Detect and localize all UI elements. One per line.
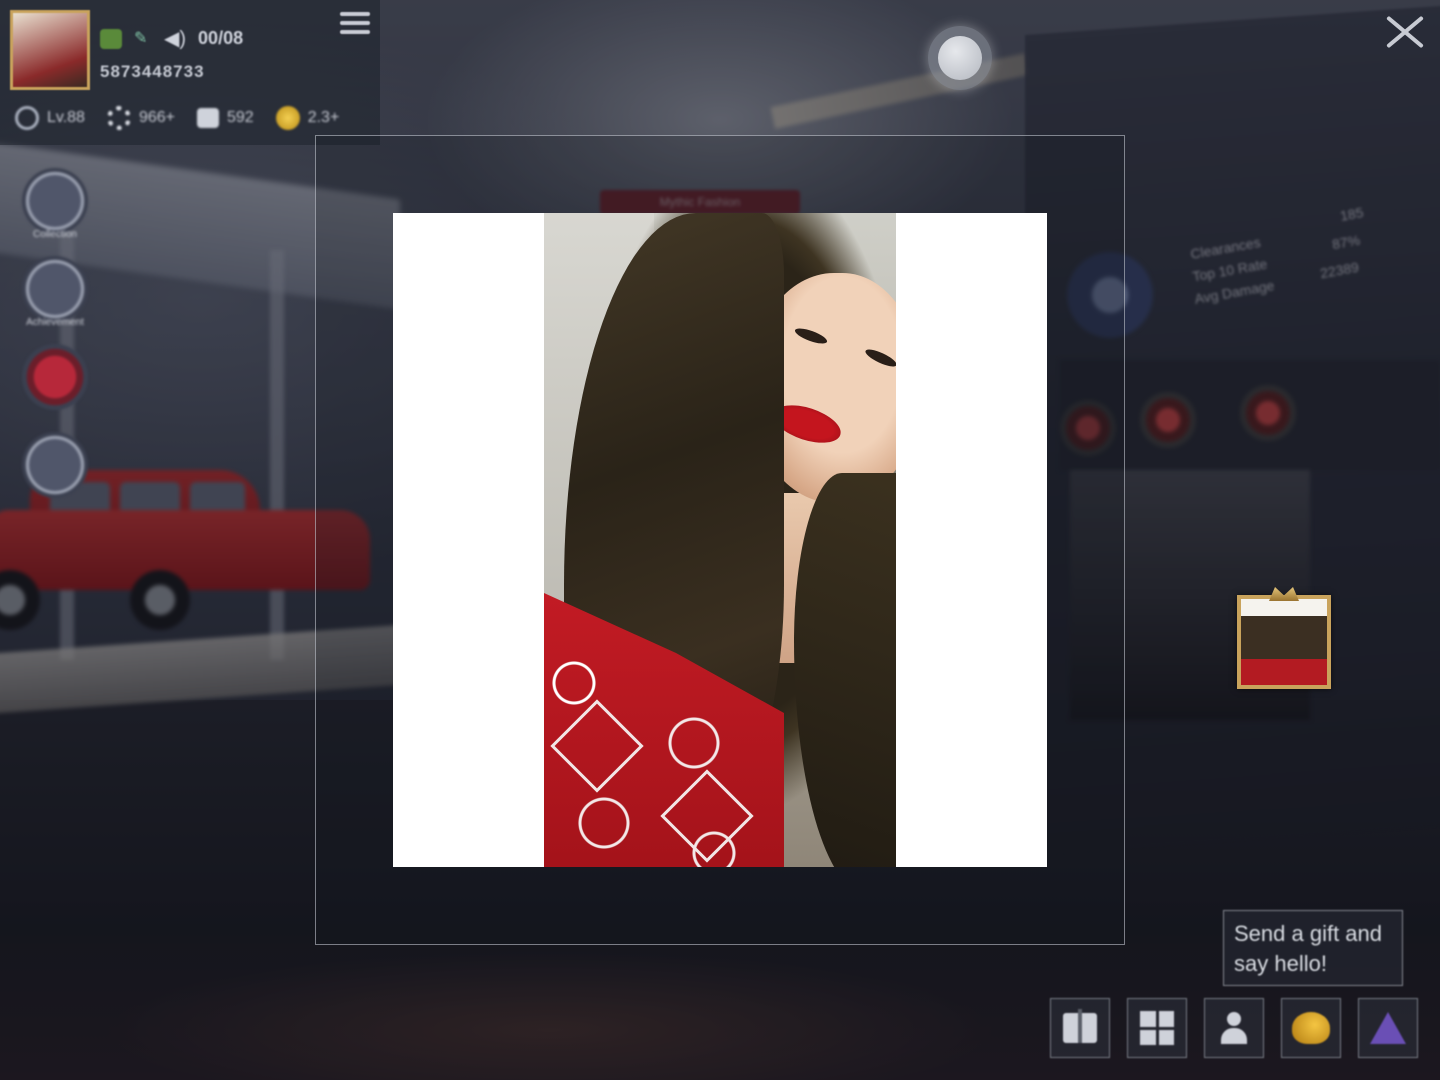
add-user-icon [1219,1012,1249,1044]
stat-likes[interactable]: 592 [197,108,254,128]
achievement-icon[interactable]: Achievement [22,256,88,328]
gear-icon [106,106,131,130]
player-count: 00/08 [198,28,244,48]
side-icon-column: Collection Achievement [22,168,88,498]
action-bar [1050,998,1418,1058]
record-button[interactable] [928,26,992,90]
add-friend-button[interactable] [1204,998,1264,1058]
stat-value: 592 [227,109,254,126]
record-icon [938,36,982,80]
stat-value: 2.3+ [307,109,340,126]
side-icon-label: Collection [33,229,77,240]
rank-icon [15,106,39,130]
profile-photo [544,213,896,867]
duck-button[interactable] [1281,998,1341,1058]
tier-badge-icon [100,28,122,49]
grid-icon [1140,1011,1174,1045]
triangle-icon [1370,1012,1406,1044]
stat-value: 966+ [138,109,175,126]
grid-button[interactable] [1127,998,1187,1058]
gift-icon [1063,1009,1097,1043]
gift-button[interactable] [1050,998,1110,1058]
mission-icon[interactable] [22,432,88,498]
avatar-thumbnail[interactable] [1237,587,1331,689]
photo-viewer[interactable] [393,213,1047,867]
edit-icon[interactable]: ✎ [134,30,152,48]
gift-tooltip: Send a gift and say hello! [1223,910,1403,986]
coin-icon [275,106,300,130]
duck-icon [1292,1012,1330,1044]
wardrobe-icon[interactable]: Collection [22,168,88,240]
profile-hud: ✎ ◀) 00/08 5873448733 Lv.88 966+ 592 2.3… [0,0,380,145]
stat-gear: 966+ [106,106,175,130]
emblem-icon[interactable] [22,344,88,410]
stat-coins: 2.3+ [275,106,340,130]
avatar[interactable] [10,10,90,90]
hud-status-row: ✎ ◀) 00/08 [100,26,243,51]
stat-value: Lv.88 [47,109,85,126]
like-icon [197,108,219,128]
speaker-icon[interactable]: ◀) [164,26,186,51]
close-icon[interactable] [1380,12,1428,52]
hud-stats-row: Lv.88 966+ 592 2.3+ [15,106,339,130]
side-icon-label: Achievement [26,317,84,328]
stat-rank: Lv.88 [15,106,85,130]
player-id: 5873448733 [100,62,205,81]
triangle-button[interactable] [1358,998,1418,1058]
menu-icon[interactable] [340,12,370,38]
